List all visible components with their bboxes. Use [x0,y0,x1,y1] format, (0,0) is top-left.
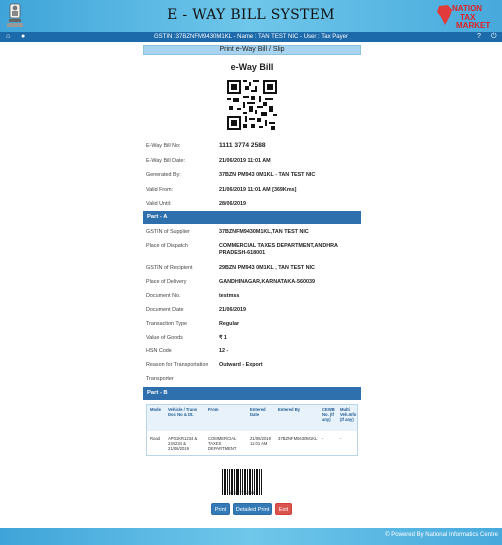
field-value: 21/06/2019 [219,307,246,313]
part-a-row: Document No. testmss [143,291,361,303]
field-value: Regular [219,321,240,327]
field-label: E-Way Bill No: [146,143,181,149]
part-a-row: Place of Delivery GANDHINAGAR,KARNATAKA-… [143,277,361,289]
brand-line-3: MARKET [456,21,491,30]
slip-banner: Print e-Way Bill / Slip [143,45,361,55]
column-header: Multi Veh.Info (If any) [340,407,357,422]
help-icon[interactable]: ? [477,33,481,41]
user-info: GSTIN :37BZNFM9430M1KL - Name : TAN TEST… [154,34,348,40]
footer-credit: © Powered By National Informatics Centre [385,532,498,538]
app-title: E - WAY BILL SYSTEM [167,7,335,23]
field-value: Outward - Export [219,362,263,368]
part-b-table: Mode Vehicle / Trans Doc No & Dt. From E… [146,404,358,456]
table-cell: 37BZNFM9430M1KL [278,436,318,441]
field-value: COMMERCIAL TAXES DEPARTMENT,ANDHRA PRADE… [219,243,338,256]
summary-row: Generated By: 37BZN PM943 0M1KL - TAN TE… [143,170,361,182]
field-value: 29BZN PM943 0M1KL , TAN TEST NIC [219,265,315,271]
detailed-print-button[interactable]: Detailed Print [233,503,272,515]
top-navbar: ⌂ ● GSTIN :37BZNFM9430M1KL - Name : TAN … [0,32,502,42]
copyright-icon: © [385,532,390,538]
print-button[interactable]: Print [211,503,230,515]
part-a-row: HSN Code 12 - [143,346,361,358]
field-label: Value of Goods [146,335,183,341]
exit-button[interactable]: Exit [275,503,292,515]
field-label: E-Way Bill Date: [146,158,186,164]
footer-text: Powered By National Informatics Centre [391,532,498,538]
field-label: Generated By: [146,172,181,178]
part-a-row: Transaction Type Regular [143,319,361,331]
field-label: Valid Until: [146,201,172,207]
part-a-row: Document Date 21/06/2019 [143,305,361,317]
app-header: E - WAY BILL SYSTEM NATION TAX MARKET [0,0,502,32]
column-header: Mode [150,407,161,412]
part-a-header: Part - A [143,211,361,224]
power-icon[interactable]: ⏻ [491,33,497,41]
field-label: GSTIN of Supplier [146,229,190,235]
summary-row: Valid Until: 28/06/2019 [143,199,361,211]
field-value: 21/06/2019 11:01 AM [219,158,271,164]
field-value: 37BZNFM9430M1KL,TAN TEST NIC [219,229,309,235]
table-cell: - [340,436,342,441]
field-value: ₹ 1 [219,335,227,341]
column-header: CEWB No. (If any) [322,407,335,422]
summary-row: E-Way Bill No: 1111 3774 2588 [143,141,361,153]
field-label: Transporter [146,376,174,382]
field-label: Transaction Type [146,321,188,327]
column-header: From [208,407,219,412]
qr-code-icon [227,80,277,130]
brand-logo: NATION TAX MARKET [436,2,496,30]
part-a-row: Value of Goods ₹ 1 [143,333,361,345]
eway-bill-number: 1111 3774 2588 [219,142,266,149]
summary-row: Valid From: 21/06/2019 11:01 AM [369Kms] [143,185,361,197]
brand-line-1: NATION [452,4,483,13]
barcode-number: 111137742588 [229,490,255,495]
field-label: Valid From: [146,187,174,193]
field-value: 28/06/2019 [219,201,246,207]
field-label: Place of Dispatch [146,243,188,249]
field-label: Place of Delivery [146,279,187,285]
field-value: testmss [219,293,240,299]
field-label: HSN Code [146,348,172,354]
field-value: 12 - [219,348,229,354]
part-b-header: Part - B [143,387,361,400]
table-cell: COMMERCIAL TAXES DEPARTMENT [208,436,237,451]
app-footer: © Powered By National Informatics Centre [0,528,502,545]
column-header: Entered Date [250,407,266,417]
field-label: Reason for Transportation [146,362,209,368]
eway-bill-slip: Print e-Way Bill / Slip e-Way Bill [143,45,361,130]
part-a-row: GSTIN of Supplier 37BZNFM9430M1KL,TAN TE… [143,227,361,239]
part-a-row: Place of Dispatch COMMERCIAL TAXES DEPAR… [143,241,361,259]
table-cell: Road [150,436,161,441]
document-title: e-Way Bill [230,62,274,72]
column-header: Vehicle / Trans Doc No & Dt. [168,407,198,417]
part-a-row: Reason for Transportation Outward - Expo… [143,360,361,372]
field-value: 21/06/2019 11:01 AM [369Kms] [219,187,297,193]
field-value: GANDHINAGAR,KARNATAKA-560039 [219,279,315,285]
table-header: Mode Vehicle / Trans Doc No & Dt. From E… [147,405,357,431]
field-value: 37BZN PM943 0M1KL - TAN TEST NIC [219,172,316,178]
table-cell: 21/06/2019 11:01 AM [250,436,271,446]
table-cell: AP01KR1234 & 234234 & 21/06/2019 [168,436,198,451]
field-label: Document No. [146,293,181,299]
column-header: Entered By [278,407,301,412]
table-cell: - [322,436,324,441]
part-a-row: GSTIN of Recipient 29BZN PM943 0M1KL , T… [143,263,361,275]
field-label: Document Date [146,307,184,313]
summary-row: E-Way Bill Date: 21/06/2019 11:01 AM [143,156,361,168]
field-label: GSTIN of Recipient [146,265,193,271]
part-a-row: Transporter [143,374,361,386]
